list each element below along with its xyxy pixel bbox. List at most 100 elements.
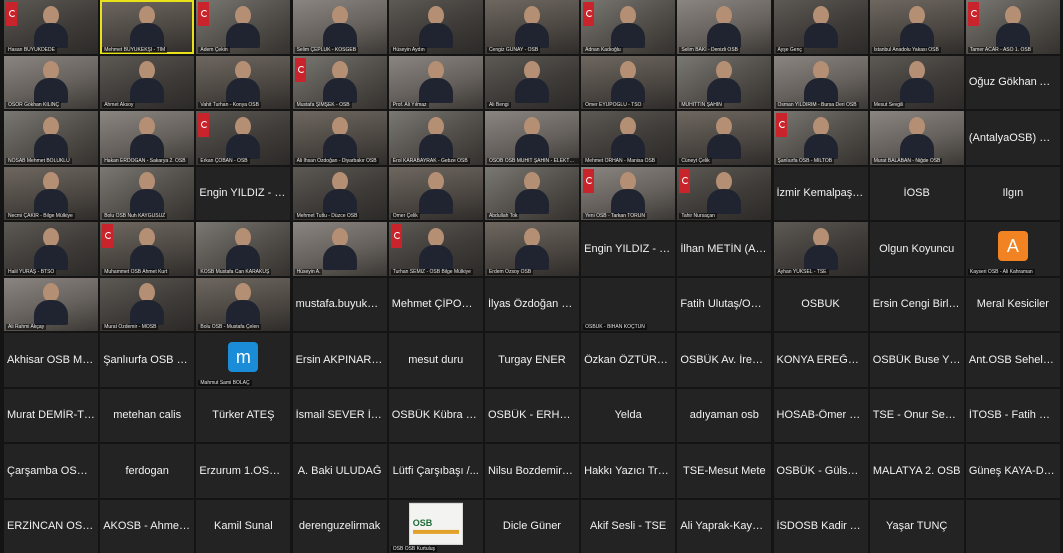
participant-tile[interactable]: Hakan ERDOĞAN - Sakarya 2. OSB: [100, 111, 194, 165]
participant-tile[interactable]: Şanlıurfa OSB - MİLTOB: [774, 111, 868, 165]
participant-tile[interactable]: AKOSB - Ahmet...: [100, 500, 194, 553]
participant-tile[interactable]: Mehmet ORHAN - Manisa OSB: [581, 111, 675, 165]
participant-tile[interactable]: İsmail SEVER İAY...: [293, 389, 387, 443]
participant-tile[interactable]: Şanlıurfa OSB Böl...: [100, 333, 194, 387]
participant-tile[interactable]: OSOB OSB MUHİT ŞAHİN - ELEKTRİK: [485, 111, 579, 165]
participant-tile[interactable]: HOSAB-Ömer Fa...: [774, 389, 868, 443]
participant-tile[interactable]: Türker ATEŞ: [196, 389, 290, 443]
participant-tile[interactable]: OSBOSB OSB Kurtuluş: [389, 500, 483, 553]
participant-tile[interactable]: OSBÜK - Gülsem...: [774, 444, 868, 498]
participant-tile[interactable]: Lütfi Çarşıbaşı /...: [389, 444, 483, 498]
participant-tile[interactable]: Yelda: [581, 389, 675, 443]
participant-tile[interactable]: Tahir Nursaçan: [677, 167, 771, 221]
participant-tile[interactable]: Ersin AKPINAR (A...: [293, 333, 387, 387]
participant-tile[interactable]: Cüneyt Çelik: [677, 111, 771, 165]
participant-tile[interactable]: Hasan BÜYÜKDEDE: [4, 0, 98, 54]
participant-tile[interactable]: OSOR Gökhan KILINÇ: [4, 56, 98, 110]
participant-tile[interactable]: Ali Bengi: [485, 56, 579, 110]
participant-tile[interactable]: Erol KARABAYRAK - Gebze OSB: [389, 111, 483, 165]
participant-tile[interactable]: Ahmet Aksoy: [100, 56, 194, 110]
participant-tile[interactable]: Cengiz GÜNAY - OSB: [485, 0, 579, 54]
participant-tile[interactable]: Oğuz Gökhan AS...: [966, 56, 1060, 110]
participant-tile[interactable]: TSE-Mesut Mete: [677, 444, 771, 498]
participant-tile[interactable]: Erzurum 1.OSB İh...: [196, 444, 290, 498]
participant-tile[interactable]: Ömer EYÜPOĞLU - TSO: [581, 56, 675, 110]
participant-tile[interactable]: Ali Rahmi Akçay: [4, 278, 98, 332]
participant-tile[interactable]: Murat DEMİR-TO...: [4, 389, 98, 443]
participant-tile[interactable]: İTOSB - Fatih DU...: [966, 389, 1060, 443]
participant-tile[interactable]: A. Baki ULUDAĞ: [293, 444, 387, 498]
participant-tile[interactable]: Meral Kesiciler: [966, 278, 1060, 332]
participant-tile[interactable]: KONYA EREĞLİ...: [774, 333, 868, 387]
participant-tile[interactable]: MUHİTTİN ŞAHİN: [677, 56, 771, 110]
participant-tile[interactable]: Adnan Kadıoğlu: [581, 0, 675, 54]
participant-tile[interactable]: Ayhan YÜKSEL - TSE: [774, 222, 868, 276]
participant-tile[interactable]: mMahmut Sami BOLAÇ: [196, 333, 290, 387]
participant-tile[interactable]: NOSAB Mehmet BOLUKLU: [4, 111, 98, 165]
participant-tile[interactable]: Selim ÇEPLÜK - KOSGEB: [293, 0, 387, 54]
participant-tile[interactable]: Yeni OSB - Tarkan TORUN: [581, 167, 675, 221]
participant-tile[interactable]: İSDOSB Kadir Te...: [774, 500, 868, 553]
participant-tile[interactable]: Necmi ÇAKIR - Bilge Mülkiye: [4, 167, 98, 221]
participant-tile[interactable]: MALATYA 2. OSB: [870, 444, 964, 498]
participant-tile[interactable]: Ant.OSB Sehel S...: [966, 333, 1060, 387]
participant-tile[interactable]: Ali İhsan Özdoğan - Diyarbakır OSB: [293, 111, 387, 165]
participant-tile[interactable]: Adem Çekin: [196, 0, 290, 54]
participant-tile[interactable]: [966, 500, 1060, 553]
participant-tile[interactable]: Güneş KAYA-DO...: [966, 444, 1060, 498]
participant-tile[interactable]: Hüseyin A.: [293, 222, 387, 276]
participant-tile[interactable]: ERZİNCAN OSB...: [4, 500, 98, 553]
participant-tile[interactable]: Erkan ÇOBAN - OSB: [196, 111, 290, 165]
participant-tile[interactable]: Mesut Sevgili: [870, 56, 964, 110]
participant-tile[interactable]: Erdem Özsoy OSB: [485, 222, 579, 276]
participant-tile[interactable]: mesut duru: [389, 333, 483, 387]
participant-tile[interactable]: Mehmet ÇİPOĞL...: [389, 278, 483, 332]
participant-tile[interactable]: mustafa.buyukeg...: [293, 278, 387, 332]
participant-tile[interactable]: TSE - Onur Seçkin: [870, 389, 964, 443]
participant-tile[interactable]: OSBÜK Av. İrem...: [677, 333, 771, 387]
participant-tile[interactable]: Ersin Cengi Birlik...: [870, 278, 964, 332]
participant-tile[interactable]: derenguzelirmak: [293, 500, 387, 553]
participant-tile[interactable]: Fatih Ulutaş/OSB...: [677, 278, 771, 332]
participant-tile[interactable]: Mehmet Tutlu - Düzce OSB: [293, 167, 387, 221]
participant-tile[interactable]: Ilgın: [966, 167, 1060, 221]
participant-tile[interactable]: Vahit Turhan - Konya OSB: [196, 56, 290, 110]
participant-tile[interactable]: İOSB: [870, 167, 964, 221]
participant-tile[interactable]: Osman YILDIRIM - Bursa Deri OSB: [774, 56, 868, 110]
participant-tile[interactable]: Çarşamba OSB-...: [4, 444, 98, 498]
participant-tile[interactable]: OSBÜK - ERHAN...: [485, 389, 579, 443]
participant-tile[interactable]: Kamil Sunal: [196, 500, 290, 553]
participant-tile[interactable]: Engin YILDIZ - K...: [581, 222, 675, 276]
participant-tile[interactable]: ferdogan: [100, 444, 194, 498]
participant-tile[interactable]: Turgay ENER: [485, 333, 579, 387]
participant-tile[interactable]: Ömer Çelik: [389, 167, 483, 221]
participant-tile[interactable]: Hüseyin Aydın: [389, 0, 483, 54]
participant-tile[interactable]: Halil YURAŞ - BTSO: [4, 222, 98, 276]
participant-tile[interactable]: Tamer ACAR - ASO 1. OSB: [966, 0, 1060, 54]
participant-tile[interactable]: Prof. Ali Yılmaz: [389, 56, 483, 110]
participant-tile[interactable]: Akif Sesli - TSE: [581, 500, 675, 553]
participant-tile[interactable]: OSBÜK Buse YIL...: [870, 333, 964, 387]
participant-tile[interactable]: AKayseri OSB - Ali Kahraman: [966, 222, 1060, 276]
participant-tile[interactable]: İzmir Kemalpaşa...: [774, 167, 868, 221]
participant-tile[interactable]: Bolu OSB - Mustafa Çelen: [196, 278, 290, 332]
participant-tile[interactable]: Olgun Koyuncu: [870, 222, 964, 276]
participant-tile[interactable]: Turhan SEMİZ - OSB Bilge Mülkiye: [389, 222, 483, 276]
participant-tile[interactable]: Engin YILDIZ - K...: [196, 167, 290, 221]
participant-tile[interactable]: OSBÜK Kübra Öz...: [389, 389, 483, 443]
participant-tile[interactable]: Dicle Güner: [485, 500, 579, 553]
participant-tile[interactable]: Ayşe Genç: [774, 0, 868, 54]
participant-tile[interactable]: İlyas Özdoğan - T...: [485, 278, 579, 332]
participant-tile[interactable]: Muhammet OSB Ahmet Kurt: [100, 222, 194, 276]
participant-tile[interactable]: KOSB Mustafa Can KARAKUŞ: [196, 222, 290, 276]
participant-tile[interactable]: İlhan METİN (AN...: [677, 222, 771, 276]
participant-tile[interactable]: OSBUK: [774, 278, 868, 332]
participant-tile[interactable]: Yaşar TUNÇ: [870, 500, 964, 553]
participant-tile[interactable]: Selim BAKİ - Denizli OSB: [677, 0, 771, 54]
participant-tile[interactable]: Murat BALABAN - Niğde OSB: [870, 111, 964, 165]
participant-tile[interactable]: Akhisar OSB Met...: [4, 333, 98, 387]
participant-tile[interactable]: metehan calis: [100, 389, 194, 443]
participant-tile[interactable]: Abdullah Tok: [485, 167, 579, 221]
participant-tile[interactable]: Özkan ÖZTÜRK-...: [581, 333, 675, 387]
participant-tile[interactable]: Mehmet BÜYÜKEKŞİ - TİM: [100, 0, 194, 54]
